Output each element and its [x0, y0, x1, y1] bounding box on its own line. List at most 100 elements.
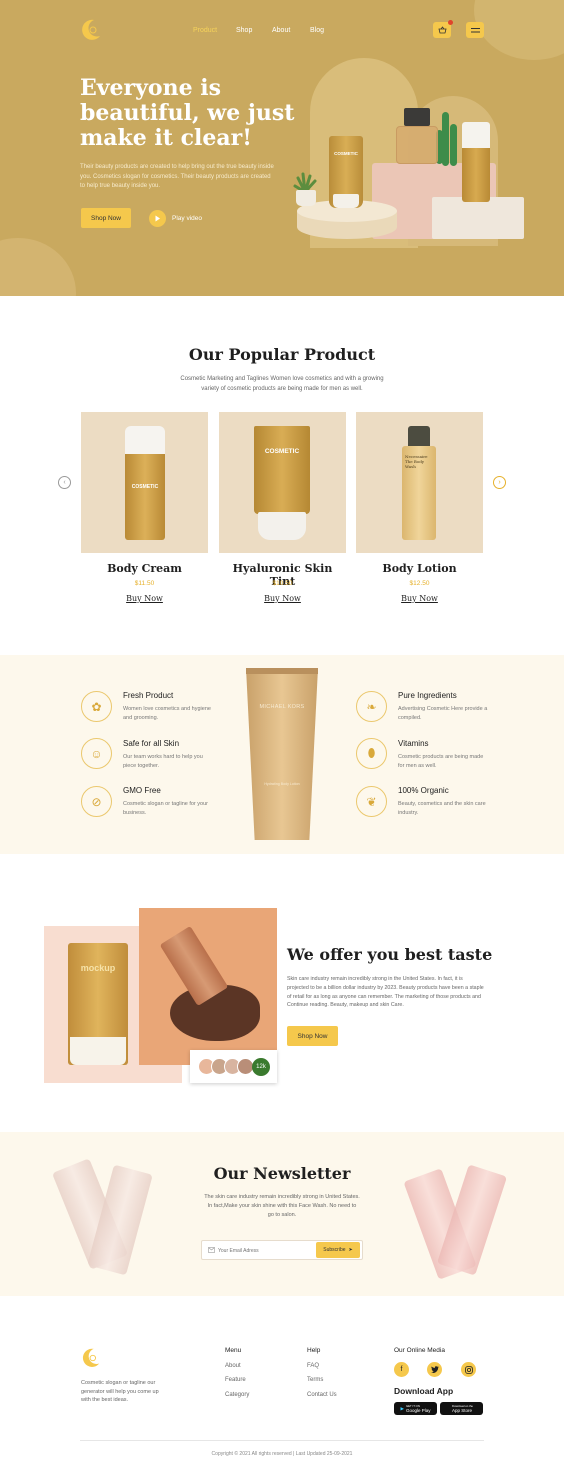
instagram-icon[interactable]: [461, 1362, 476, 1377]
perfume-cap: [404, 108, 430, 126]
play-button[interactable]: [149, 210, 166, 227]
popular-title: Our Popular Product: [188, 345, 376, 364]
cactus-image: [442, 112, 449, 166]
feature-desc: Beauty, cosmetics and the skin care indu…: [398, 801, 486, 816]
product-label: COSMETIC: [264, 448, 300, 455]
body-cream-image: COSMETIC: [125, 426, 165, 540]
product-card-body-lotion[interactable]: Necessaire The Body Wash: [356, 412, 483, 553]
footer-media-title: Our Online Media: [394, 1347, 445, 1354]
product-card-body-cream[interactable]: COSMETIC: [81, 412, 208, 553]
nav-blog[interactable]: Blog: [310, 27, 324, 34]
offer-text: Skin care industry remain incredibly str…: [287, 976, 484, 1009]
chevron-right-icon: ›: [498, 479, 501, 486]
app-store-button[interactable]: Download on the App Store: [440, 1402, 483, 1415]
perfume-bottle-image: [396, 126, 438, 164]
twitter-icon[interactable]: [427, 1362, 442, 1377]
cactus-image: [450, 124, 457, 166]
play-icon: [155, 215, 160, 222]
product-card-skin-tint[interactable]: COSMETIC: [219, 412, 346, 553]
skin-tint-image: COSMETIC: [254, 426, 310, 540]
facebook-icon[interactable]: f: [394, 1362, 409, 1377]
tube-label: COSMETIC: [334, 151, 358, 156]
popular-subtitle: Cosmetic Marketing and Taglines Women lo…: [180, 376, 384, 392]
newsletter-title: Our Newsletter: [213, 1164, 351, 1183]
decor-blob: [474, 0, 564, 60]
bottle-image: [462, 122, 490, 202]
shop-now-button[interactable]: Shop Now: [81, 208, 131, 228]
product-label: Necessaire The Body Wash: [405, 454, 428, 469]
download-app-title: Download App: [394, 1386, 454, 1396]
feature-desc: Women love cosmetics and hygiene and gro…: [123, 706, 211, 721]
chevron-left-icon: ‹: [63, 479, 66, 486]
feature-desc: Cosmetic products are being made for men…: [398, 754, 484, 769]
buy-now-link[interactable]: Buy Now: [81, 594, 208, 603]
footer-link-feature[interactable]: Feature: [225, 1377, 246, 1383]
footer-link-faq[interactable]: FAQ: [307, 1363, 319, 1369]
feature-title: Pure Ingredients: [398, 691, 457, 700]
footer-divider: [80, 1440, 484, 1441]
offer-title: We offer you best taste: [287, 945, 493, 964]
feather-icon: ❧: [356, 691, 387, 722]
logo-icon[interactable]: [81, 1347, 101, 1369]
footer-link-contact[interactable]: Contact Us: [307, 1392, 337, 1398]
decor-blob: [0, 238, 76, 296]
nav-product[interactable]: Product: [193, 27, 217, 34]
footer-link-terms[interactable]: Terms: [307, 1377, 323, 1383]
feature-title: Vitamins: [398, 739, 429, 748]
carousel-next-button[interactable]: ›: [493, 476, 506, 489]
email-input[interactable]: [218, 1245, 312, 1256]
face-icon: ☺: [81, 738, 112, 769]
hero-description: Their beauty products are created to hel…: [80, 164, 274, 189]
carousel-prev-button[interactable]: ‹: [58, 476, 71, 489]
body-lotion-image: Necessaire The Body Wash: [402, 426, 436, 540]
google-play-label: Google Play: [405, 1407, 431, 1413]
footer-link-about[interactable]: About: [225, 1363, 241, 1369]
cart-badge: [448, 20, 453, 25]
capsule-icon: ⬮: [356, 738, 387, 769]
sprout-icon: ✿: [81, 691, 112, 722]
plant-pot: [296, 190, 316, 206]
mail-icon: [208, 1247, 215, 1253]
body-lotion-tube-image: MICHAEL KORS Hydrating Body Lotion: [246, 668, 318, 840]
buy-now-link[interactable]: Buy Now: [219, 594, 346, 603]
tube-small-text: Hydrating Body Lotion: [264, 782, 300, 786]
product-price: $10.50: [272, 580, 293, 587]
logo-icon[interactable]: [80, 18, 102, 42]
feature-title: Safe for all Skin: [123, 739, 180, 748]
customer-count-badge: 12k: [252, 1058, 270, 1076]
google-play-icon: ▶: [400, 1405, 404, 1411]
nav-about[interactable]: About: [272, 27, 290, 34]
product-price: $11.50: [134, 580, 155, 587]
subscribe-button[interactable]: Subscribe ➤: [316, 1242, 360, 1258]
tube-image: COSMETIC: [329, 136, 363, 208]
buy-now-link[interactable]: Buy Now: [356, 594, 483, 603]
offer-shop-now-button[interactable]: Shop Now: [287, 1026, 338, 1046]
pedestal: [432, 197, 524, 239]
hero-title: Everyone is beautiful, we just make it c…: [80, 75, 295, 151]
google-play-button[interactable]: ▶ GET IT ON Google Play: [394, 1402, 437, 1415]
product-name[interactable]: Body Cream: [81, 562, 208, 575]
feature-desc: Advertising Cosmetic Here provide a comp…: [398, 706, 488, 721]
basket-icon: [437, 26, 447, 34]
leaf-slash-icon: ⊘: [81, 786, 112, 817]
product-price: $12.50: [409, 580, 430, 587]
tube-brand: MICHAEL KORS: [259, 704, 305, 710]
footer-help-title: Help: [307, 1347, 321, 1354]
product-name[interactable]: Body Lotion: [356, 562, 483, 575]
menu-button[interactable]: [466, 22, 484, 38]
footer-link-category[interactable]: Category: [225, 1392, 249, 1398]
subscribe-label: Subscribe: [323, 1247, 346, 1253]
hero-section: Product Shop About Blog Everyone is beau…: [0, 0, 564, 296]
tube-label: mockup: [80, 963, 116, 973]
footer-tagline: Cosmetic slogan or tagline our generator…: [81, 1380, 159, 1403]
play-video-label[interactable]: Play video: [172, 215, 202, 222]
newsletter-text: The skin care industry remain incredibly…: [204, 1194, 360, 1218]
mockup-tube-image: mockup: [68, 943, 128, 1065]
feature-title: 100% Organic: [398, 786, 449, 795]
send-icon: ➤: [348, 1247, 353, 1253]
copyright-text: Copyright © 2021 All rights reserved | L…: [211, 1451, 353, 1457]
footer-menu-title: Menu: [225, 1347, 242, 1354]
feature-title: Fresh Product: [123, 691, 174, 700]
nav-shop[interactable]: Shop: [236, 27, 252, 34]
leaves-icon: ❦: [356, 786, 387, 817]
